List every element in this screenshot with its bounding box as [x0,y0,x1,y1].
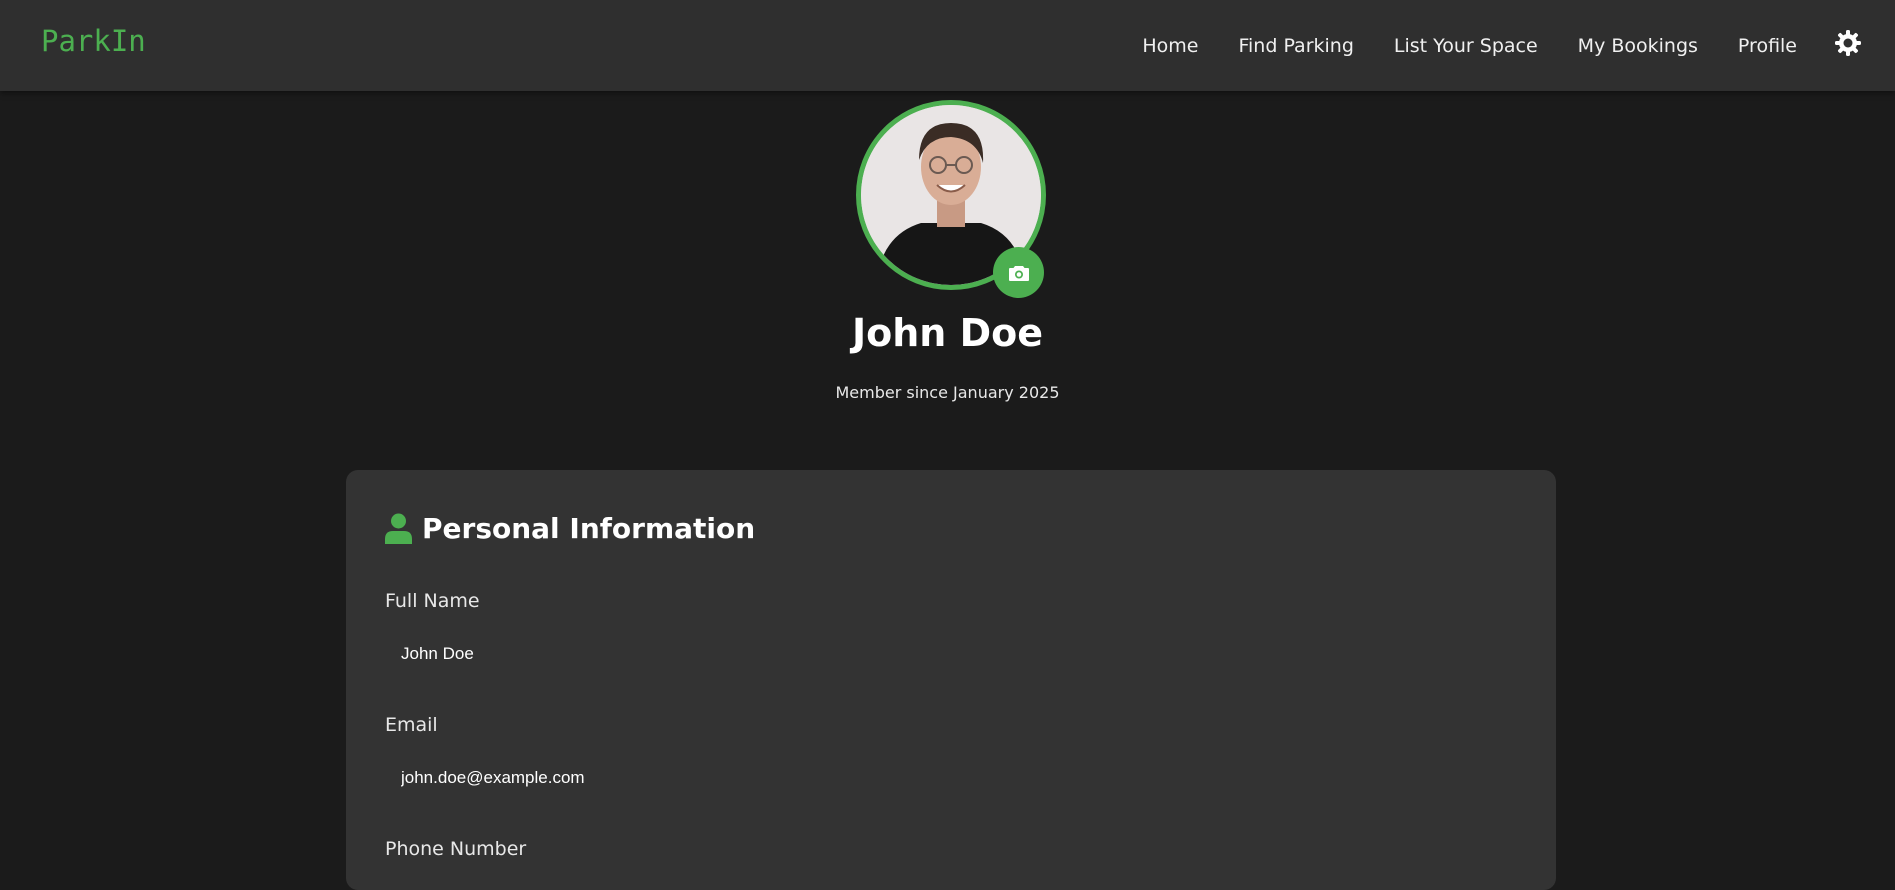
avatar-container [856,100,1046,298]
section-title: Personal Information [385,512,755,545]
nav-link-my-bookings[interactable]: My Bookings [1578,35,1698,57]
member-since-text: Member since January 2025 [835,383,1060,402]
nav-link-home[interactable]: Home [1142,35,1198,57]
nav-link-profile[interactable]: Profile [1738,35,1797,57]
navbar: ParkIn Home Find Parking List Your Space… [0,0,1895,91]
full-name-label: Full Name [385,590,480,612]
personal-information-card: Personal Information Full Name Email Pho… [346,470,1556,890]
gear-icon [1835,30,1861,56]
nav-link-find-parking[interactable]: Find Parking [1238,35,1353,57]
nav-link-list-your-space[interactable]: List Your Space [1394,35,1538,57]
email-label: Email [385,714,438,736]
user-icon [385,513,412,544]
app-logo[interactable]: ParkIn [41,24,146,58]
nav-links: Home Find Parking List Your Space My Boo… [1142,0,1797,91]
camera-icon [1008,265,1029,281]
phone-number-label: Phone Number [385,838,527,860]
change-photo-button[interactable] [993,247,1044,298]
email-field[interactable] [385,756,1517,800]
section-title-text: Personal Information [422,512,756,545]
theme-toggle-button[interactable] [1834,29,1862,57]
full-name-field[interactable] [385,632,1517,676]
profile-name: John Doe [851,311,1043,355]
